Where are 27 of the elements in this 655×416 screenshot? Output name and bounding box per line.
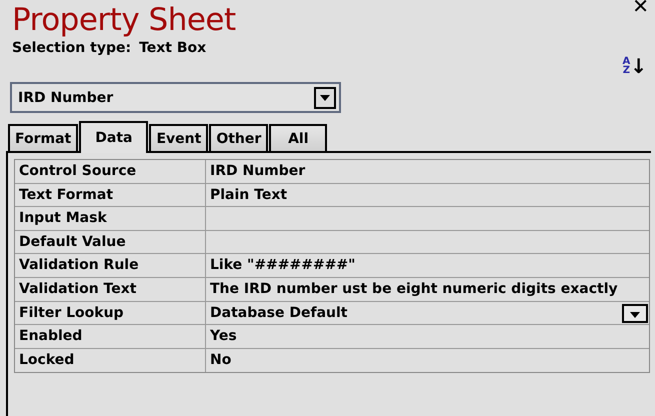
tab[interactable]: All xyxy=(269,124,328,151)
window-title: Property Sheet xyxy=(12,2,236,38)
dropdown-button[interactable] xyxy=(622,304,648,323)
property-value[interactable]: Yes xyxy=(206,325,649,348)
property-name: Text Format xyxy=(15,184,206,207)
property-name: Validation Rule xyxy=(15,254,206,278)
property-value[interactable]: IRD Number xyxy=(206,160,649,183)
close-button[interactable]: ✕ xyxy=(632,0,649,18)
property-name: Validation Text xyxy=(15,278,206,301)
selection-label: Selection type: xyxy=(12,40,132,56)
property-value[interactable]: Plain Text xyxy=(206,184,649,207)
property-name: Locked xyxy=(15,348,206,372)
property-name: Filter Lookup xyxy=(15,302,206,325)
property-name: Control Source xyxy=(15,160,206,183)
property-name: Default Value xyxy=(15,230,206,254)
property-value[interactable]: Database Default xyxy=(206,302,649,325)
object-combo-box[interactable]: IRD Number xyxy=(10,82,341,113)
tab[interactable]: Format xyxy=(8,124,78,151)
property-value[interactable]: Like "########" xyxy=(206,254,649,278)
property-value[interactable]: No xyxy=(206,348,649,372)
property-name: Input Mask xyxy=(15,207,206,230)
tab[interactable]: Event xyxy=(149,124,208,151)
property-value[interactable]: The IRD number ust be eight numeric digits exactly xyxy=(206,278,649,301)
property-name: Enabled xyxy=(15,325,206,348)
selection-value: Text Box xyxy=(139,40,206,56)
tab[interactable]: Data xyxy=(79,121,148,153)
tab[interactable]: Other xyxy=(209,124,268,151)
